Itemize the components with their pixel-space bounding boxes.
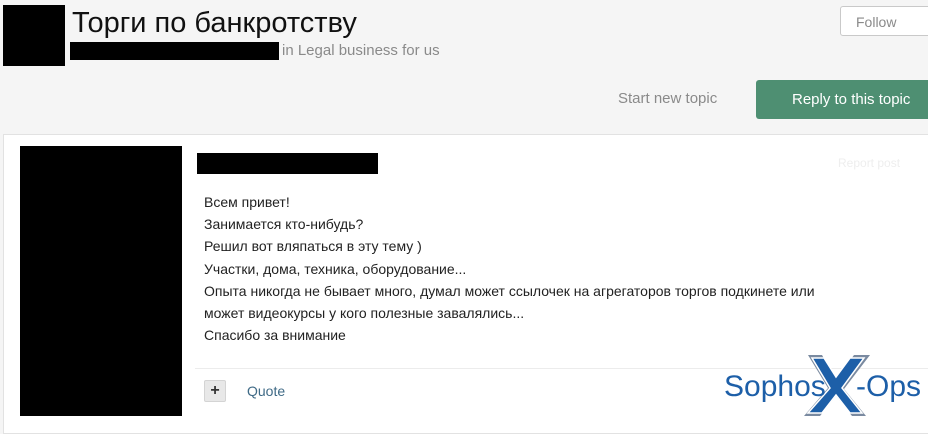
reputation-plus-button[interactable]: +	[204, 380, 226, 402]
post-author-avatar-redacted	[20, 146, 182, 416]
post-line: Решил вот вляпаться в эту тему )	[204, 238, 422, 255]
follow-button[interactable]: Follow	[840, 6, 928, 36]
brand-left-text: Sophos	[724, 370, 826, 403]
post-line: Участки, дома, техника, оборудование...	[204, 260, 467, 277]
topic-author-name-redacted	[70, 42, 279, 60]
post-body: Всем привет! Занимается кто-нибудь? Реши…	[204, 191, 815, 346]
sophos-xops-watermark-logo: Sophos -Ops	[724, 355, 921, 416]
post-line: Занимается кто-нибудь?	[204, 216, 364, 233]
report-post-link[interactable]: Report post	[838, 156, 900, 170]
post-line: Опыта никогда не бывает много, думал мож…	[204, 282, 815, 299]
forum-subtitle: in Legal business for us	[282, 42, 440, 59]
quote-link[interactable]: Quote	[247, 383, 285, 399]
brand-right-text: -Ops	[856, 370, 921, 403]
post-line: может видеокурсы у кого полезные завалял…	[204, 305, 525, 322]
page-title: Торги по банкротству	[72, 7, 357, 39]
reply-to-topic-button[interactable]: Reply to this topic	[756, 80, 928, 119]
post-line: Всем привет!	[204, 194, 290, 210]
topic-author-avatar-redacted	[3, 5, 65, 66]
post-author-name-redacted	[197, 153, 378, 174]
post-line: Спасибо за внимание	[204, 327, 346, 344]
start-new-topic-link[interactable]: Start new topic	[618, 90, 717, 107]
